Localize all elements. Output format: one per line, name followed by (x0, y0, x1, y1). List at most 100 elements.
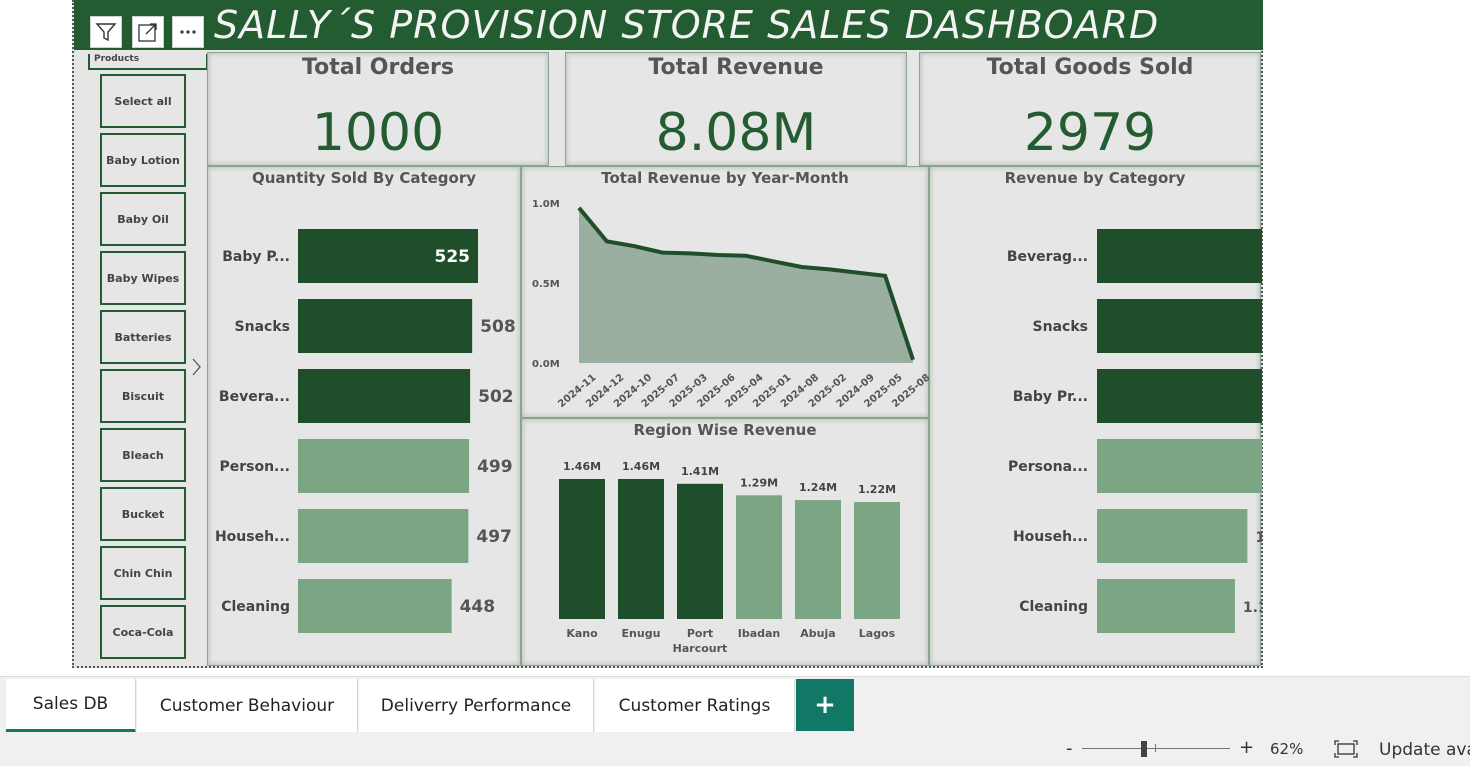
bar (298, 509, 469, 563)
kpi-value: 1000 (311, 103, 445, 163)
zoom-slider-center-mark (1155, 744, 1156, 752)
data-label: 1.29M (740, 476, 778, 489)
slicer-item-coca-cola[interactable]: Coca-Cola (100, 605, 186, 659)
chart-title: Region Wise Revenue (633, 421, 817, 439)
bar (795, 500, 841, 619)
kpi-total-goods-sold: Total Goods Sold 2979 (919, 52, 1261, 166)
kpi-total-orders: Total Orders 1000 (207, 52, 549, 166)
category-label: Househ... (215, 529, 290, 545)
chevron-right-icon[interactable] (191, 357, 203, 377)
add-page-button[interactable]: + (796, 679, 854, 731)
products-slicer: Products Select all Baby Lotion Baby Oil… (76, 52, 208, 666)
bar (618, 479, 664, 619)
data-label: 1.2M (1255, 530, 1262, 546)
tab-customer-ratings[interactable]: Customer Ratings (595, 679, 795, 733)
tab-sales-db[interactable]: Sales DB (6, 679, 136, 733)
bar (298, 439, 470, 493)
zoom-out-button[interactable]: - (1066, 738, 1073, 759)
category-label: Lagos (859, 627, 896, 640)
slicer-item-select-all[interactable]: Select all (100, 74, 186, 128)
page-tabs: Sales DB Customer Behaviour Deliverry Pe… (0, 676, 1470, 733)
category-label: Person... (219, 459, 290, 475)
category-label: Cleaning (221, 599, 290, 615)
category-label: Enugu (622, 627, 661, 640)
slicer-item-bucket[interactable]: Bucket (100, 487, 186, 541)
data-label: 499 (477, 457, 512, 477)
bar (736, 495, 782, 619)
chart-title: Revenue by Category (1004, 169, 1186, 187)
data-label: 1.46M (563, 460, 601, 473)
zoom-slider-thumb[interactable] (1141, 741, 1148, 757)
revenue-bar-svg: Beverag...1.5MSnacks1.4MBaby Pr...1.4MPe… (1007, 229, 1262, 633)
title-bar: SALLY´S PROVISION STORE SALES DASHBOARD (74, 0, 1263, 50)
bar (854, 502, 900, 619)
revenue-by-month-chart: Total Revenue by Year-Month 1.0M 0.5M 0.0M… (521, 166, 930, 418)
data-label: 525 (435, 247, 471, 267)
slicer-header: Products (88, 54, 208, 70)
region-revenue-chart: Region Wise Revenue 1.46M Kano 1.46M Enugu 1… (521, 418, 929, 666)
bar (677, 483, 723, 619)
report-canvas: SALLY´S PROVISION STORE SALES DASHBOARD … (72, 0, 1263, 668)
category-label: Baby Pr... (1013, 389, 1088, 405)
tab-customer-behaviour[interactable]: Customer Behaviour (137, 679, 358, 733)
kpi-label: Total Revenue (648, 55, 824, 80)
kpi-value: 2979 (1023, 103, 1157, 163)
fit-to-page-icon[interactable] (1334, 740, 1358, 758)
update-available-text[interactable]: Update ava (1379, 740, 1470, 760)
quantity-bar-svg: Baby P... 525 Snacks 508 Bevera... 502 Person.… (215, 229, 516, 633)
focus-mode-icon[interactable] (132, 16, 164, 48)
more-options-icon[interactable] (172, 16, 204, 48)
bar (298, 369, 471, 423)
bar (1097, 439, 1262, 493)
data-label: 448 (460, 597, 496, 617)
category-label: Kano (566, 627, 598, 640)
kpi-total-revenue: Total Revenue 8.08M (565, 52, 907, 166)
data-label: 1.41M (681, 465, 719, 478)
data-label: 508 (480, 317, 515, 337)
data-label: 502 (478, 387, 513, 407)
data-label: 1.22M (858, 483, 896, 496)
bar (1097, 229, 1262, 283)
tab-delivery-performance[interactable]: Deliverry Performance (359, 679, 594, 733)
area-fill (579, 207, 913, 363)
zoom-level[interactable]: 62% (1270, 740, 1303, 758)
slicer-item-batteries[interactable]: Batteries (100, 310, 186, 364)
slicer-item-baby-lotion[interactable]: Baby Lotion (100, 133, 186, 187)
bar (1097, 579, 1235, 633)
data-label: 1.1M (1243, 600, 1262, 616)
category-label: Cleaning (1019, 599, 1088, 615)
revenue-area-svg: 1.0M0.5M0.0M2024-112024-122024-102025-07… (532, 199, 930, 410)
category-label: Harcourt (673, 642, 728, 655)
dashboard-title: SALLY´S PROVISION STORE SALES DASHBOARD (214, 3, 1160, 47)
category-label: Bevera... (219, 389, 290, 405)
slicer-item-chin-chin[interactable]: Chin Chin (100, 546, 186, 600)
bar (1097, 509, 1248, 563)
region-bar-svg: 1.46M Kano 1.46M Enugu 1.41M Port Harcourt 1.29… (559, 460, 900, 655)
category-label: Snacks (1033, 319, 1088, 335)
y-tick-label: 0.5M (532, 279, 560, 290)
data-label: 497 (476, 527, 512, 547)
slicer-item-bleach[interactable]: Bleach (100, 428, 186, 482)
y-tick-label: 1.0M (532, 199, 560, 210)
zoom-slider-track[interactable] (1082, 748, 1230, 749)
category-label: Baby P... (222, 249, 290, 265)
data-label: 1.46M (622, 460, 660, 473)
bar (559, 479, 605, 619)
bar (298, 299, 473, 353)
slicer-item-baby-wipes[interactable]: Baby Wipes (100, 251, 186, 305)
zoom-in-button[interactable]: + (1239, 737, 1254, 758)
category-label: Ibadan (738, 627, 781, 640)
category-label: Beverag... (1007, 249, 1088, 265)
filter-icon[interactable] (90, 16, 122, 48)
bar (298, 579, 452, 633)
category-label: Abuja (800, 627, 835, 640)
category-label: Snacks (235, 319, 290, 335)
kpi-value: 8.08M (655, 103, 817, 163)
data-label: 1.24M (799, 481, 837, 494)
category-label: Persona... (1008, 459, 1088, 475)
revenue-by-category-chart: Revenue by Category Beverag...1.5MSnacks… (929, 166, 1262, 666)
slicer-item-biscuit[interactable]: Biscuit (100, 369, 186, 423)
bar (1097, 369, 1262, 423)
slicer-item-baby-oil[interactable]: Baby Oil (100, 192, 186, 246)
kpi-label: Total Goods Sold (986, 55, 1194, 80)
